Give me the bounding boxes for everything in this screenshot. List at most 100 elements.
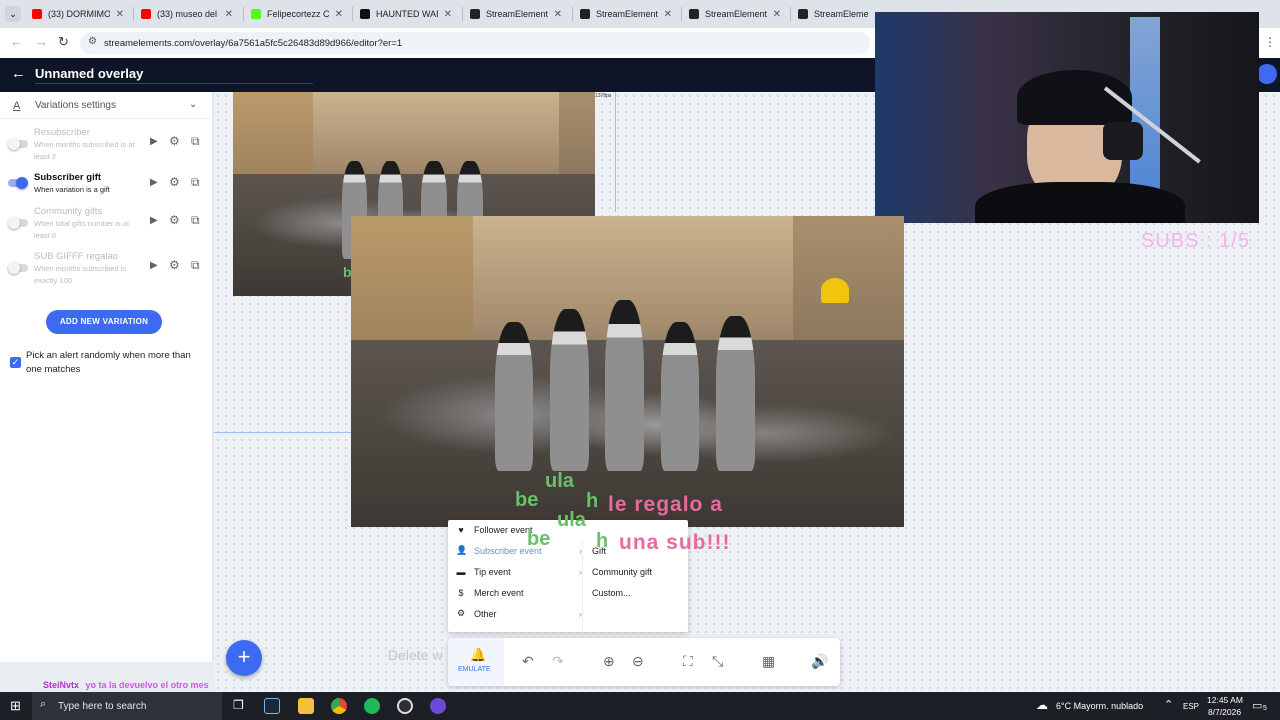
copy-icon[interactable]: ⧉ [191, 213, 200, 228]
weather-text[interactable]: 6°C Mayorm. nublado [1056, 701, 1143, 711]
alert-text-green: h [586, 490, 599, 512]
variation-toggle[interactable] [8, 138, 28, 150]
tab-list-dropdown[interactable]: ⌄ [5, 6, 21, 22]
back-icon[interactable]: ← [10, 34, 23, 49]
variation-row[interactable]: Community gifts When total gifts number … [0, 205, 213, 241]
spotify-icon[interactable] [364, 698, 380, 714]
browser-tab[interactable]: StreamElements ✕ [574, 4, 678, 24]
dollar-icon: $ [458, 587, 464, 598]
add-variation-button[interactable]: ADD NEW VARIATION [46, 310, 162, 334]
save-icon[interactable] [1257, 64, 1277, 84]
microphone [1103, 122, 1143, 160]
menu-item-subscriber[interactable]: 👤 Subscriber event › [456, 540, 582, 561]
menu-item-merch[interactable]: $ Merch event [456, 582, 582, 603]
menu-item-tip[interactable]: ▬ Tip event › [456, 561, 583, 582]
tab-title: (33) museo del te [157, 9, 219, 19]
browser-tab[interactable]: HAUNTED WARR ✕ [354, 4, 458, 24]
language-indicator[interactable]: ESP [1183, 702, 1199, 711]
variation-name: Community gifts [34, 206, 103, 217]
browser-tab[interactable]: Felipecortezz Clip ✕ [245, 4, 349, 24]
browser-tab[interactable]: (33) museo del te ✕ [135, 4, 239, 24]
url-text: streamelements.com/overlay/6a7561a5fc5c2… [104, 37, 403, 49]
webcam-feed[interactable] [875, 12, 1259, 223]
obs-icon[interactable] [397, 698, 413, 714]
variations-sidebar: A Variations settings ⌄ Resubscriber Whe… [0, 92, 213, 662]
undo-icon[interactable]: ↶ [522, 653, 534, 670]
guide-line [615, 92, 616, 212]
browser-menu-icon[interactable]: ⋮ [1264, 35, 1276, 49]
clock-date[interactable]: 8/7/2026 [1208, 707, 1241, 717]
add-widget-button[interactable]: + [226, 640, 262, 676]
gear-icon[interactable]: ⚙ [169, 175, 180, 189]
gear-icon[interactable]: ⚙ [169, 258, 180, 272]
random-checkbox[interactable]: ✓ [10, 357, 21, 368]
submenu-item-custom[interactable]: Custom... [592, 582, 631, 603]
section-title: Variations settings [35, 100, 116, 111]
user-icon: 👤 [456, 545, 468, 555]
gear-icon[interactable]: ⚙ [169, 213, 180, 227]
close-tab-icon[interactable]: ✕ [335, 9, 343, 20]
chevron-up-icon[interactable]: ⌃ [1164, 698, 1173, 711]
reload-icon[interactable]: ↻ [58, 34, 69, 50]
streamelements-icon [689, 9, 699, 19]
browser-tab[interactable]: StreamElements [792, 4, 874, 24]
windows-taskbar: ⊞ ⌕ Type here to search ❐ ☁ 6°C Mayorm. … [0, 692, 1280, 720]
variation-desc: When months subscribed is exactly 100 [34, 264, 127, 285]
play-icon[interactable]: ▶ [150, 260, 158, 271]
task-view-icon[interactable]: ❐ [233, 698, 244, 712]
volume-icon[interactable]: 🔊 [811, 653, 828, 670]
close-tab-icon[interactable]: ✕ [116, 9, 124, 20]
variation-toggle[interactable] [8, 217, 28, 229]
chat-text: yo ta la devuelvo el otro mes [85, 680, 209, 690]
close-tab-icon[interactable]: ✕ [225, 9, 233, 20]
browser-tab[interactable]: StreamElements ✕ [464, 4, 568, 24]
close-tab-icon[interactable]: ✕ [773, 9, 781, 20]
chrome-icon[interactable] [331, 698, 347, 714]
app-icon[interactable] [430, 698, 446, 714]
variation-row[interactable]: SUB GIFFF regalao When months subscribed… [0, 250, 213, 286]
browser-tab[interactable]: (33) DORMIMOS ✕ [26, 4, 130, 24]
close-tab-icon[interactable]: ✕ [554, 9, 562, 20]
copy-icon[interactable]: ⧉ [191, 258, 200, 273]
play-icon[interactable]: ▶ [150, 136, 158, 147]
fit-screen-icon[interactable]: ⤡ [712, 653, 723, 670]
browser-tab[interactable]: StreamElements ✕ [683, 4, 787, 24]
play-icon[interactable]: ▶ [150, 215, 158, 226]
variation-row[interactable]: Resubscriber When months subscribed is a… [0, 126, 213, 162]
chevron-down-icon[interactable]: ⌄ [189, 99, 197, 110]
play-icon[interactable]: ▶ [150, 177, 158, 188]
url-field[interactable]: ⚙ streamelements.com/overlay/6a7561a5fc5… [80, 32, 870, 54]
alert-video-main[interactable] [351, 216, 904, 527]
guide-line [214, 432, 351, 433]
steam-icon[interactable] [264, 698, 280, 714]
variation-row[interactable]: Subscriber gift When variation is a gift… [0, 171, 213, 201]
fullscreen-icon[interactable]: ⛶ [683, 653, 693, 670]
zoom-out-icon[interactable]: ⊖ [632, 653, 644, 670]
variation-toggle[interactable] [8, 262, 28, 274]
copy-icon[interactable]: ⧉ [191, 134, 200, 149]
windows-start-icon[interactable]: ⊞ [10, 698, 21, 714]
editor-toolbar: 🔔 EMULATE ↶ ↷ ⊕ ⊖ ⛶ ⤡ ▦ 🔊 [448, 638, 840, 686]
emulate-button[interactable]: 🔔 EMULATE [448, 638, 504, 686]
subs-counter[interactable]: SUBS : 1/5 [1141, 230, 1250, 253]
arrow-left-icon[interactable]: ← [11, 65, 26, 82]
overlay-title[interactable]: Unnamed overlay [35, 66, 143, 81]
close-tab-icon[interactable]: ✕ [664, 9, 672, 20]
copy-icon[interactable]: ⧉ [191, 175, 200, 190]
grid-icon[interactable]: ▦ [762, 653, 775, 670]
site-info-icon[interactable]: ⚙ [88, 36, 97, 47]
search-icon: ⌕ [40, 698, 47, 710]
variation-toggle[interactable] [8, 177, 28, 189]
menu-item-other[interactable]: ⚙ Other › [456, 603, 582, 624]
taskbar-search[interactable]: ⌕ Type here to search [32, 692, 222, 720]
redo-icon[interactable]: ↷ [552, 653, 564, 670]
notification-icon[interactable]: ▭ [1252, 699, 1262, 712]
gear-icon[interactable]: ⚙ [169, 134, 180, 148]
file-explorer-icon[interactable] [298, 698, 314, 714]
clock-time[interactable]: 12:45 AM [1207, 695, 1243, 705]
close-tab-icon[interactable]: ✕ [444, 9, 452, 20]
zoom-in-icon[interactable]: ⊕ [603, 653, 615, 670]
forward-icon[interactable]: → [35, 34, 48, 49]
streamelements-icon [470, 9, 480, 19]
submenu-item-community-gift[interactable]: Community gift [592, 561, 652, 582]
